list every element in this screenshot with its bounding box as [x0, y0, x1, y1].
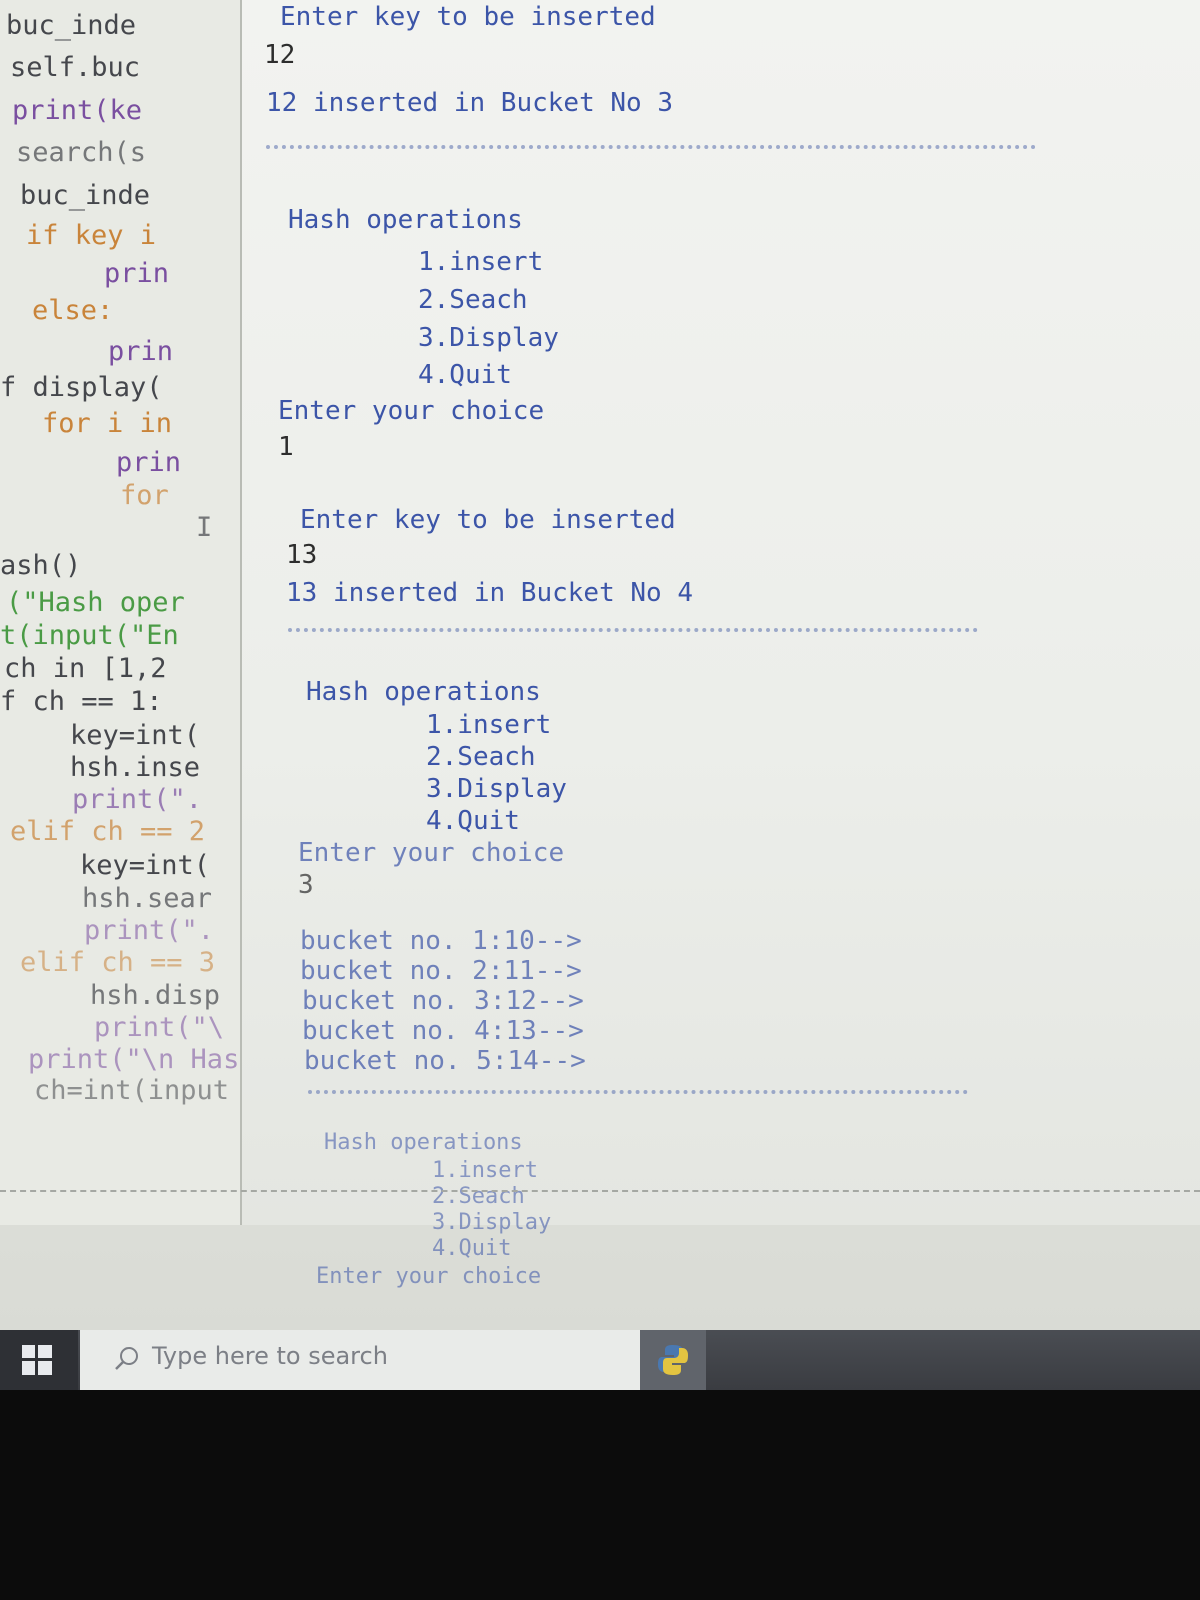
code-line: ash() [0, 550, 82, 581]
code-line: hsh.inse [70, 752, 201, 783]
prompt-choice: Enter your choice [298, 838, 565, 868]
separator-dots [288, 628, 978, 632]
prompt-enter-key: Enter key to be inserted [280, 2, 656, 32]
prompt-choice: Enter your choice [316, 1264, 542, 1289]
code-line: ("Hash oper [6, 587, 185, 618]
taskbar: Type here to search [0, 1330, 1200, 1390]
choice-input-value: 3 [298, 870, 314, 900]
menu-item-insert: 1.insert [432, 1158, 538, 1183]
bucket-line: bucket no. 3:12--> [302, 986, 584, 1016]
code-line: I [196, 512, 213, 543]
code-line: print(". [84, 915, 215, 946]
code-editor-window[interactable]: buc_inde self.buc print(ke search(s buc_… [0, 0, 242, 1225]
menu-item-quit: 4.Quit [426, 806, 520, 836]
menu-item-search: 2.Seach [418, 285, 528, 315]
code-line: ch in [1,2 [4, 653, 167, 684]
menu-item-search: 2.Seach [432, 1184, 525, 1209]
prompt-choice: Enter your choice [278, 396, 545, 426]
window-divider [0, 1190, 1200, 1192]
menu-title: Hash operations [324, 1130, 523, 1155]
code-line: hsh.disp [90, 980, 221, 1011]
code-line: key=int( [70, 720, 201, 751]
separator-dots [308, 1090, 968, 1094]
menu-item-search: 2.Seach [426, 742, 536, 772]
menu-item-display: 3.Display [426, 774, 567, 804]
code-line: key=int( [80, 850, 211, 881]
choice-input-value: 1 [278, 432, 294, 462]
search-icon [115, 1347, 138, 1370]
code-line: hsh.sear [82, 883, 213, 914]
menu-item-display: 3.Display [418, 323, 559, 353]
code-line: for [120, 480, 169, 511]
code-line: print(ke [12, 95, 143, 126]
menu-title: Hash operations [306, 677, 541, 707]
code-line: print(". [72, 784, 203, 815]
separator-dots [266, 145, 1036, 149]
code-line: print("\n Has [28, 1044, 240, 1075]
insert-result: 12 inserted in Bucket No 3 [266, 88, 673, 118]
code-line: search(s [16, 137, 147, 168]
code-line: print("\ [94, 1012, 225, 1043]
code-line: f display( [0, 372, 163, 403]
code-line: elif ch == 3 [20, 947, 216, 978]
menu-item-display: 3.Display [432, 1210, 552, 1235]
menu-item-quit: 4.Quit [418, 360, 512, 390]
code-line: f ch == 1: [0, 686, 163, 717]
python-shell-window[interactable]: Enter key to be inserted 12 12 inserted … [242, 0, 1200, 1289]
code-line: self.buc [10, 52, 141, 83]
code-line: buc_inde [6, 10, 137, 41]
search-placeholder: Type here to search [152, 1342, 388, 1370]
windows-logo-icon [22, 1345, 52, 1375]
prompt-enter-key: Enter key to be inserted [300, 505, 676, 535]
key-input-value: 13 [286, 540, 318, 570]
code-line: buc_inde [20, 180, 151, 211]
code-line: else: [32, 295, 114, 326]
bucket-line: bucket no. 5:14--> [304, 1046, 586, 1076]
taskbar-search-box[interactable]: Type here to search [80, 1330, 640, 1390]
start-button[interactable] [0, 1330, 78, 1390]
code-line: prin [108, 336, 174, 367]
code-line: elif ch == 2 [10, 816, 206, 847]
code-line: prin [104, 258, 170, 289]
bucket-line: bucket no. 1:10--> [300, 926, 582, 956]
key-input-value: 12 [264, 40, 296, 70]
menu-item-insert: 1.insert [418, 247, 544, 277]
bucket-line: bucket no. 2:11--> [300, 956, 582, 986]
code-line: prin [116, 447, 182, 478]
code-line: if key i [26, 220, 157, 251]
code-line: for i in [42, 408, 173, 439]
insert-result: 13 inserted in Bucket No 4 [286, 578, 693, 608]
menu-item-insert: 1.insert [426, 710, 552, 740]
taskbar-app-python[interactable] [640, 1330, 706, 1390]
menu-title: Hash operations [288, 205, 523, 235]
python-icon [658, 1345, 688, 1375]
screen: buc_inde self.buc print(ke search(s buc_… [0, 0, 1200, 1330]
bucket-line: bucket no. 4:13--> [302, 1016, 584, 1046]
code-line: ch=int(input [34, 1075, 230, 1106]
menu-item-quit: 4.Quit [432, 1236, 512, 1261]
code-line: t(input("En [0, 620, 179, 651]
